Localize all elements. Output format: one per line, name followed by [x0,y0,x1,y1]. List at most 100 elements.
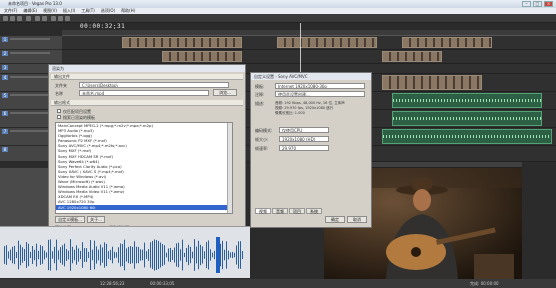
status-text: 完成: 00:00:00 [470,281,499,286]
audio-waveform-panel[interactable] [0,226,250,278]
render-icon[interactable] [26,16,31,21]
explorer-panel[interactable] [0,168,48,226]
waveform-sample [12,246,13,264]
video-clip[interactable] [402,37,492,48]
waveform-sample [54,246,55,264]
waveform-sample [150,242,151,268]
about-button[interactable]: 关于... [87,216,105,223]
waveform-sample [60,247,61,263]
waveform-sample [48,239,49,271]
output-format-section: 输出格式 [51,100,243,106]
close-button[interactable]: × [544,1,553,7]
render-as-dialog: 渲染为 输出文件 文件夹 C:\Users\Desktop\ 名称 未命名.mp… [48,64,246,234]
notes-field[interactable]: 使用此设置创建... [275,91,365,97]
waveform-sample [180,249,181,261]
waveform-sample [50,239,51,271]
paste-icon[interactable] [65,16,70,21]
waveform-sample [100,244,101,266]
waveform-sample [38,250,39,260]
waveform-sample [138,246,139,264]
encode-mode-select[interactable]: 仅使用CPU [279,127,329,133]
folder-field[interactable]: C:\Users\Desktop\ [79,82,229,88]
video-clip[interactable] [122,37,242,48]
new-icon[interactable] [3,16,8,21]
format-list-scrollbar[interactable] [227,123,232,213]
waveform-sample [210,249,211,261]
waveform-sample [8,251,9,259]
toolbar [0,14,556,23]
waveform-sample [64,243,65,267]
waveform-sample [158,240,159,270]
cut-icon[interactable] [51,16,56,21]
customize-template-button[interactable]: 自定义模板... [55,216,85,223]
waveform-sample [132,246,133,264]
template-select[interactable]: Internet 1920x1080-30p [275,83,365,89]
waveform-sample [232,251,233,259]
waveform-sample [184,252,185,258]
match-project-checkbox[interactable] [57,109,61,113]
waveform-sample [76,245,77,265]
waveform-sample [206,241,207,269]
video-clip[interactable] [277,37,377,48]
frame-size-select[interactable]: 1920x1080 (HD) [279,136,329,142]
waveform-sample [10,249,11,261]
waveform-sample [174,247,175,263]
waveform-sample [24,249,25,261]
waveform-sample [140,249,141,261]
waveform-sample [72,246,73,264]
open-icon[interactable] [10,16,15,21]
waveform-sample [108,251,109,259]
tab-system[interactable]: 系统 [306,208,322,214]
waveform-sample [160,242,161,268]
waveform-sample [22,247,23,263]
maximize-button[interactable]: □ [533,1,542,7]
search-templates-checkbox[interactable] [57,115,61,119]
redo-icon[interactable] [42,16,47,21]
waveform-sample [154,239,155,271]
video-clip[interactable] [382,75,482,90]
waveform-sample [170,247,171,263]
folder-label: 文件夹 [55,83,67,88]
waveform-sample [62,245,63,265]
waveform-sample [82,242,83,268]
waveform-sample [134,241,135,269]
track-header-video-2[interactable]: 2 [0,50,62,64]
video-clip[interactable] [382,51,442,62]
waveform-sample [192,251,193,259]
waveform-sample [36,243,37,267]
save-icon[interactable] [17,16,22,21]
track-lane-video-2[interactable] [62,50,556,64]
waveform-sample [148,249,149,261]
format-item-selected[interactable]: AVC 1920x1080 60i [56,204,232,210]
waveform-sample [202,246,203,264]
name-field[interactable]: 未命名.mp4 [79,90,209,96]
waveform-sample [124,239,125,271]
output-file-section: 输出文件 [51,74,243,80]
frame-rate-select[interactable]: 29.970 [279,145,329,151]
waveform-sample [106,243,107,267]
waveform-sample [242,250,243,260]
tab-audio[interactable]: 音频 [272,208,288,214]
copy-icon[interactable] [58,16,63,21]
waveform-sample [236,245,237,265]
cancel-button[interactable]: 取消 [347,216,367,223]
track-lane-video-1[interactable] [62,36,556,50]
waveform-sample [28,243,29,267]
video-clip[interactable] [162,51,242,62]
tab-project[interactable]: 项目 [289,208,305,214]
undo-icon[interactable] [35,16,40,21]
browse-button[interactable]: 浏览... [213,89,237,96]
ok-button[interactable]: 确定 [325,216,345,223]
audio-clip[interactable] [392,93,542,108]
audio-clip[interactable] [392,111,542,126]
waveform-sample [194,239,195,271]
format-list[interactable]: MainConcept MPEG-2 (*.mpg;*.m2v;*.mpa;*.… [55,122,233,214]
waveform-sample [90,240,91,270]
waveform-sample [156,240,157,270]
minimize-button[interactable]: – [522,1,531,7]
waveform-sample [122,243,123,267]
tab-video[interactable]: 视频 [255,208,271,214]
track-header-video-1[interactable]: 1 [0,36,62,50]
waveform-sample [118,247,119,263]
audio-clip[interactable] [382,129,552,144]
